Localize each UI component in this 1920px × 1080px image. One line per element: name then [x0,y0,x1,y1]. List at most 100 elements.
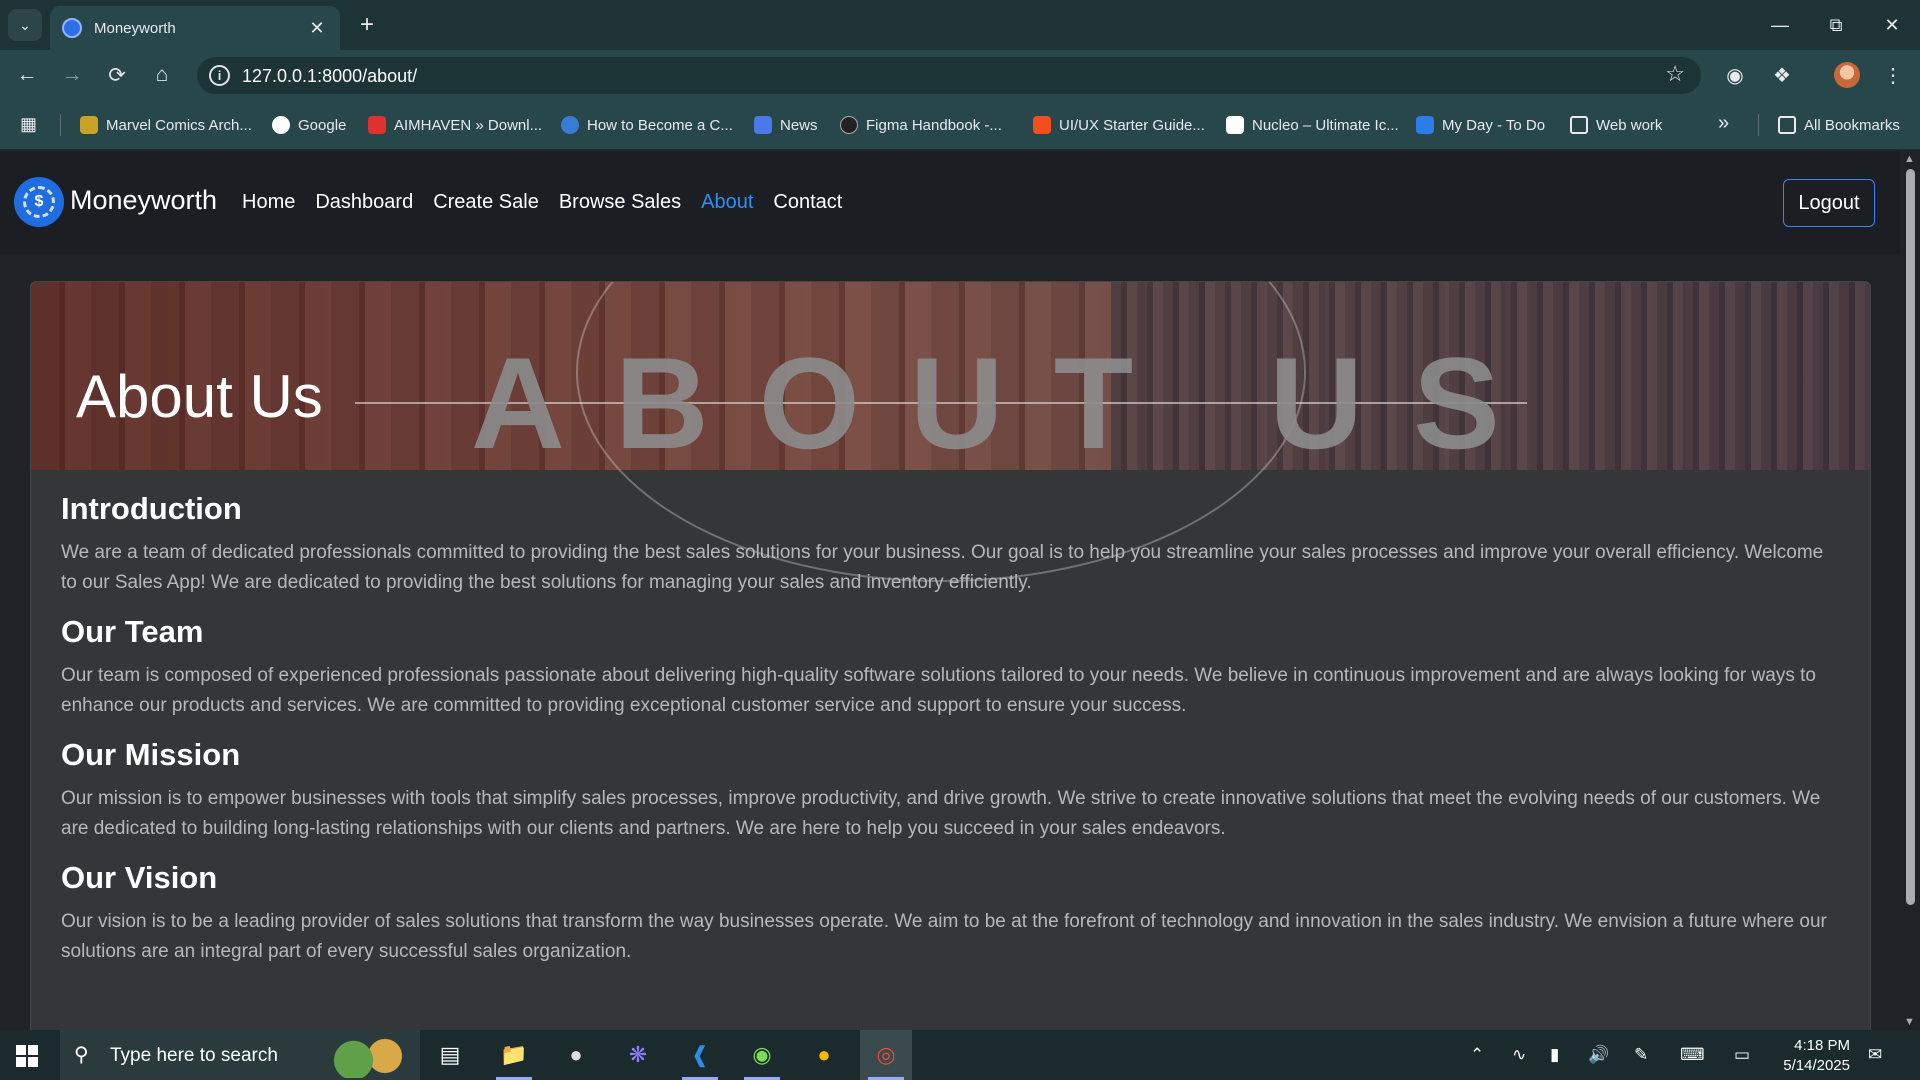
nav-link-home[interactable]: Home [242,191,295,214]
taskbar-clock[interactable]: 4:18 PM 5/14/2025 [1770,1036,1850,1076]
moneyworth-logo-icon[interactable]: $ [14,177,64,227]
task-view-icon[interactable]: ▤ [424,1030,476,1080]
taskbar-search-placeholder: Type here to search [110,1045,278,1066]
display-icon[interactable]: ▭ [1734,1030,1750,1080]
clock-date: 5/14/2025 [1783,1057,1850,1074]
bookmark-item[interactable]: AIMHAVEN » Downl... [368,113,542,137]
bookmark-item[interactable]: My Day - To Do [1416,113,1545,137]
bookmark-label: Figma Handbook -... [866,116,1002,134]
minimize-icon[interactable]: — [1752,0,1808,50]
wifi-icon[interactable]: ∿ [1512,1030,1526,1080]
app-icon-penguin[interactable]: ● [550,1030,602,1080]
search-highlight-illustration [322,1034,412,1078]
scroll-up-arrow-icon[interactable]: ▲ [1904,153,1915,165]
new-tab-plus-icon[interactable]: + [352,10,382,40]
todo-check-icon [1416,116,1434,134]
about-card: ABOUT US About Us Introduction We are a … [30,281,1871,1030]
section-title-mission: Our Mission [61,737,241,773]
browser-tab-active[interactable]: Moneyworth ✕ [50,6,340,50]
bookmark-item[interactable]: Figma Handbook -... [840,113,1002,137]
section-text-mission: Our mission is to empower businesses wit… [61,788,1821,840]
tab-title: Moneyworth [94,19,176,37]
forward-arrow-icon[interactable]: → [57,60,87,90]
restore-icon[interactable]: ⧉ [1808,0,1864,50]
bookmark-item[interactable]: UI/UX Starter Guide... [1033,113,1205,137]
apps-grid-icon[interactable]: ▦ [20,114,42,136]
bookmark-item[interactable]: Nucleo – Ultimate Ic... [1226,113,1399,137]
bookmarks-bar: ▦ Marvel Comics Arch... Google AIMHAVEN … [0,100,1920,150]
logo-dollar-glyph: $ [23,186,55,218]
all-bookmarks-label: All Bookmarks [1804,116,1900,134]
bookmarks-overflow-icon[interactable]: » [1718,112,1729,135]
bookmark-item[interactable]: News [754,113,818,137]
nucleo-icon [1226,116,1244,134]
tab-close-icon[interactable]: ✕ [306,18,328,39]
section-text-vision: Our vision is to be a leading provider o… [61,911,1827,963]
clock-time: 4:18 PM [1794,1037,1850,1054]
pen-icon[interactable]: ✎ [1634,1030,1648,1080]
brand-name[interactable]: Moneyworth [70,185,217,216]
reload-icon[interactable]: ⟳ [102,60,132,90]
browser-menu-icon[interactable]: ⋮ [1878,60,1908,90]
bookmarks-divider [1758,114,1759,136]
bookmark-item[interactable]: Marvel Comics Arch... [80,113,252,137]
address-bar[interactable]: i 127.0.0.1:8000/about/ ☆ [197,57,1701,94]
home-icon[interactable]: ⌂ [147,60,177,90]
window-controls: — ⧉ ✕ [1752,0,1920,50]
taskbar-search-box[interactable]: ⚲ Type here to search [60,1030,420,1080]
site-info-icon[interactable]: i [209,65,230,86]
tab-search-chevron-icon[interactable]: ⌄ [8,9,42,41]
keyboard-icon[interactable]: ⌨ [1680,1030,1705,1080]
bookmark-favicon-icon [80,116,98,134]
google-news-icon [754,116,772,134]
app-icon-globe[interactable]: ◉ [736,1030,788,1080]
app-icon-network[interactable]: ❋ [612,1030,664,1080]
nav-link-about[interactable]: About [701,191,753,214]
volume-icon[interactable]: 🔊 [1588,1030,1609,1080]
page-scrollbar[interactable]: ▲ ▼ [1900,151,1920,1030]
bookmark-item[interactable]: How to Become a C... [561,113,733,137]
nav-link-create-sale[interactable]: Create Sale [433,191,539,214]
nav-link-dashboard[interactable]: Dashboard [315,191,413,214]
bookmark-favicon-icon [840,116,858,134]
bookmark-label: My Day - To Do [1442,116,1546,134]
scrollbar-thumb[interactable] [1906,169,1915,905]
nav-link-contact[interactable]: Contact [773,191,842,214]
figma-icon [1033,116,1051,134]
bookmark-item[interactable]: Google [272,113,346,137]
nav-link-browse-sales[interactable]: Browse Sales [559,191,681,214]
battery-icon[interactable]: ▮ [1550,1030,1559,1080]
file-explorer-icon[interactable]: 📁 [488,1030,540,1080]
google-icon [272,116,290,134]
section-title-team: Our Team [61,614,204,650]
tray-chevron-icon[interactable]: ⌃ [1470,1030,1484,1080]
folder-icon [1778,116,1796,134]
site-navbar: $ Moneyworth Home Dashboard Create Sale … [0,151,1900,254]
app-icon-mk[interactable]: ● [798,1030,850,1080]
profile-avatar[interactable] [1834,62,1860,88]
bookmark-star-icon[interactable]: ☆ [1665,61,1685,87]
back-arrow-icon[interactable]: ← [12,60,42,90]
extension-globe-icon[interactable]: ◉ [1720,60,1750,90]
url-text[interactable]: 127.0.0.1:8000/about/ [242,66,417,87]
vscode-icon[interactable]: ❰ [674,1030,726,1080]
notifications-icon[interactable]: ✉ [1868,1030,1882,1080]
chrome-icon[interactable]: ◎ [860,1030,912,1080]
logout-button[interactable]: Logout [1783,179,1875,227]
windows-taskbar: ⚲ Type here to search ▤ 📁 ● ❋ ❰ ◉ ● ◎ ⌃ … [0,1030,1920,1080]
section-text-introduction: We are a team of dedicated professionals… [61,542,1824,594]
all-bookmarks-folder[interactable]: All Bookmarks [1778,113,1900,137]
extensions-puzzle-icon[interactable]: ❖ [1767,60,1797,90]
bookmark-folder[interactable]: Web work [1570,113,1662,137]
bookmark-label: Marvel Comics Arch... [106,116,252,134]
about-hero-banner: ABOUT US About Us [31,282,1870,582]
bookmark-label: UI/UX Starter Guide... [1059,116,1205,134]
bookmark-label: AIMHAVEN » Downl... [394,116,543,134]
section-title-vision: Our Vision [61,860,218,896]
bookmark-label: Web work [1596,116,1663,134]
window-close-icon[interactable]: ✕ [1864,0,1920,50]
windows-start-icon[interactable] [16,1045,38,1067]
scroll-down-arrow-icon[interactable]: ▼ [1904,1016,1915,1028]
page-title: About Us [76,363,323,430]
bookmark-favicon-icon [561,116,579,134]
